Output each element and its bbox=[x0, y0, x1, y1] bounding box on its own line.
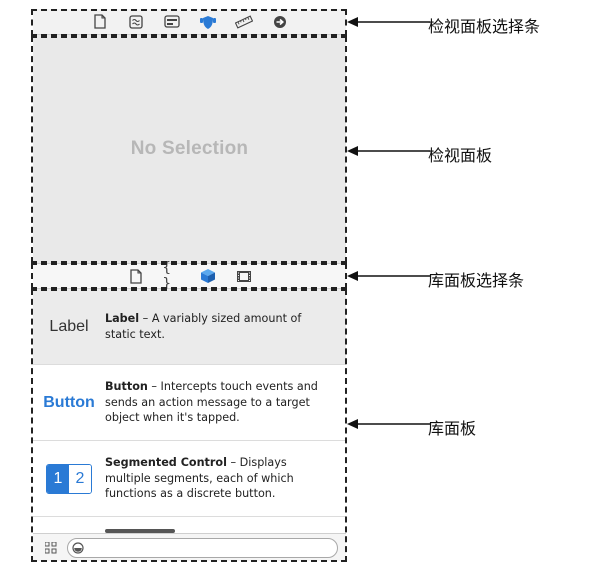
library-pane-callout: 库面板 bbox=[428, 419, 477, 438]
library-selector-bar-callout: 库面板选择条 bbox=[428, 271, 525, 290]
library-pane-outline bbox=[31, 289, 347, 562]
callout-arrows bbox=[347, 17, 430, 429]
library-selector-bar-outline bbox=[31, 263, 347, 289]
inspector-selector-bar-callout: 检视面板选择条 bbox=[428, 17, 541, 36]
inspector-pane-callout: 检视面板 bbox=[428, 146, 493, 165]
inspector-pane-outline bbox=[31, 36, 347, 263]
inspector-selector-bar-outline bbox=[31, 9, 347, 36]
